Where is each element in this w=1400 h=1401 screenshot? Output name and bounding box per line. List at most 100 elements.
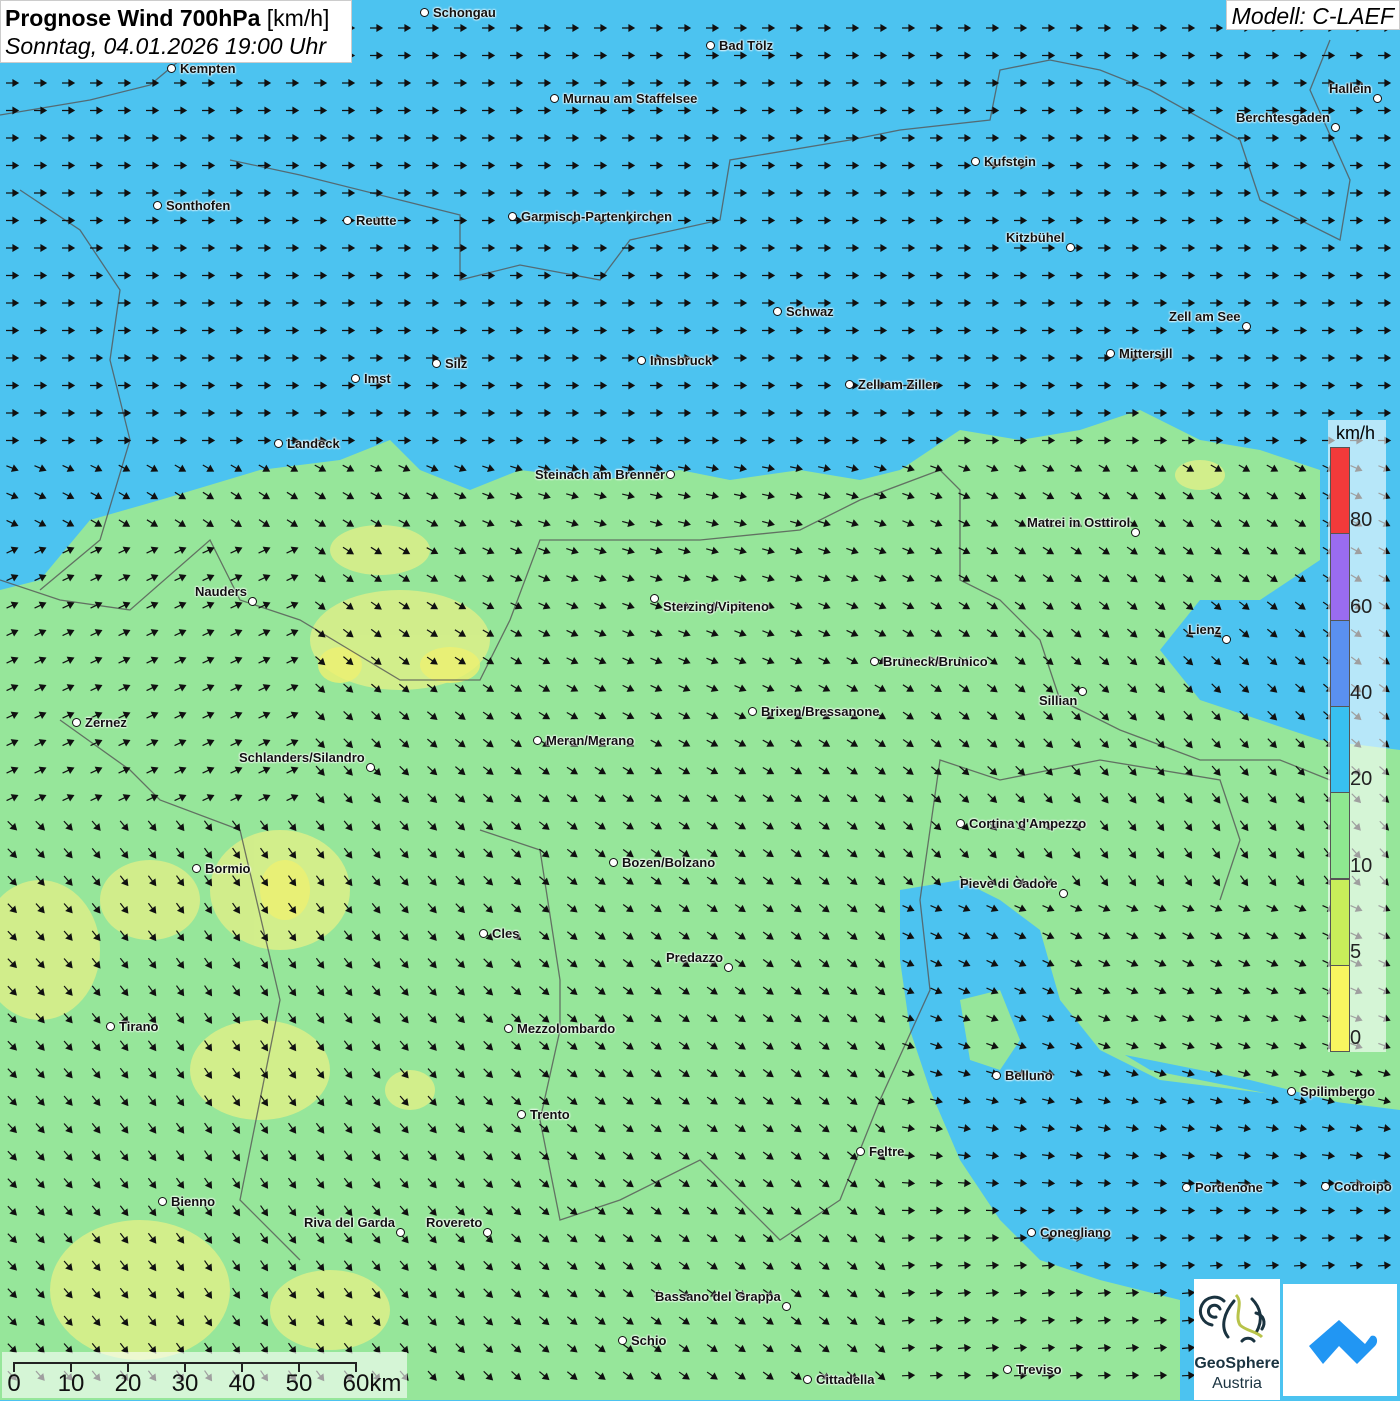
- city-marker: [1027, 1228, 1036, 1237]
- mountain-cloud-icon: [1309, 1320, 1378, 1364]
- city-label: Pordenone: [1195, 1180, 1263, 1195]
- city-label: Trento: [530, 1107, 570, 1122]
- city-marker: [517, 1110, 526, 1119]
- legend-unit: km/h: [1336, 423, 1376, 443]
- city-label: Mittersill: [1119, 346, 1173, 361]
- city-label: Codroipo: [1334, 1179, 1392, 1194]
- city-marker: [192, 864, 201, 873]
- city-marker: [420, 8, 429, 17]
- city-marker: [650, 594, 659, 603]
- city-label: Innsbruck: [650, 353, 713, 368]
- color-legend: km/h 80 60 40 20 10 5 0: [1328, 420, 1386, 1053]
- forecast-time: Sonntag, 04.01.2026 19:00 Uhr: [5, 33, 326, 59]
- city-marker: [1331, 123, 1340, 132]
- city-marker: [1078, 687, 1087, 696]
- map-title: Prognose Wind 700hPa [km/h]: [5, 4, 347, 32]
- city-label: Berchtesgaden: [1236, 110, 1330, 125]
- city-label: Tirano: [119, 1019, 159, 1034]
- legend-color-segment: [1330, 964, 1350, 1053]
- legend-tick-label: 5: [1350, 940, 1362, 963]
- legend-color-segment: [1330, 792, 1350, 880]
- city-marker: [803, 1375, 812, 1384]
- city-label: Murnau am Staffelsee: [563, 91, 698, 106]
- city-label: Matrei in Osttirol: [1027, 515, 1131, 530]
- city-label: Bormio: [205, 861, 251, 876]
- city-marker: [782, 1302, 791, 1311]
- city-label: Bassano del Grappa: [655, 1289, 781, 1304]
- city-label: Rovereto: [426, 1215, 483, 1230]
- city-label: Landeck: [287, 436, 340, 451]
- city-label: Lienz: [1188, 622, 1222, 637]
- scale-label: 20: [114, 1370, 142, 1397]
- city-marker: [153, 201, 162, 210]
- city-label: Belluno: [1005, 1068, 1053, 1083]
- title-unit: [km/h]: [266, 5, 330, 31]
- city-label: Meran/Merano: [546, 733, 635, 748]
- legend-color-segment: [1330, 705, 1350, 794]
- city-label: Riva del Garda: [304, 1215, 396, 1230]
- city-marker: [637, 356, 646, 365]
- title-text: Prognose Wind 700hPa: [5, 5, 261, 31]
- geosphere-emblem-icon: [1198, 1293, 1266, 1343]
- city-label: Zell am Ziller: [858, 377, 938, 392]
- city-label: Sterzing/Vipiteno: [663, 599, 769, 614]
- secondary-logo[interactable]: [1283, 1284, 1397, 1396]
- city-label: Spilimbergo: [1300, 1084, 1376, 1099]
- title-panel: Prognose Wind 700hPa [km/h] Sonntag, 04.…: [0, 0, 352, 63]
- city-label: Conegliano: [1040, 1225, 1111, 1240]
- city-marker: [396, 1228, 405, 1237]
- city-marker: [248, 597, 257, 606]
- city-marker: [971, 157, 980, 166]
- city-marker: [1222, 635, 1231, 644]
- city-marker: [106, 1022, 115, 1031]
- city-label: Reutte: [356, 213, 397, 228]
- city-marker: [845, 380, 854, 389]
- city-label: Schio: [631, 1333, 667, 1348]
- city-marker: [158, 1197, 167, 1206]
- city-marker: [870, 657, 879, 666]
- city-marker: [856, 1147, 865, 1156]
- scale-label: 0: [7, 1370, 21, 1397]
- city-marker: [1066, 243, 1075, 252]
- scale-bar: 0 10 20 30 40 50 60km: [2, 1352, 407, 1398]
- city-label: Zernez: [85, 715, 127, 730]
- city-marker: [1131, 528, 1140, 537]
- city-label: Bienno: [171, 1194, 216, 1209]
- city-marker: [550, 94, 559, 103]
- legend-tick-label: 0: [1350, 1027, 1362, 1050]
- city-marker: [992, 1071, 1001, 1080]
- city-label: Predazzo: [666, 950, 724, 965]
- city-label: Imst: [364, 371, 391, 386]
- city-label: Zell am See: [1169, 309, 1241, 324]
- city-marker: [72, 718, 81, 727]
- geosphere-logo[interactable]: GeoSphere Austria: [1194, 1279, 1280, 1400]
- city-marker: [432, 359, 441, 368]
- city-marker: [343, 216, 352, 225]
- city-label: Cortina d'Ampezzo: [969, 816, 1087, 831]
- geosphere-line1: GeoSphere: [1194, 1355, 1280, 1372]
- legend-color-segment: [1330, 619, 1350, 707]
- city-label: Hallein: [1329, 81, 1372, 96]
- legend-color-segment: [1330, 878, 1350, 966]
- city-label: Sillian: [1039, 693, 1078, 708]
- legend-tick-label: 80: [1350, 509, 1373, 532]
- city-label: Kempten: [180, 61, 236, 76]
- city-label: Mezzolombardo: [517, 1021, 616, 1036]
- scale-label: 40: [228, 1370, 256, 1397]
- city-label: Garmisch-Partenkirchen: [521, 209, 673, 224]
- scale-label: 60km: [342, 1370, 402, 1397]
- city-marker: [956, 819, 965, 828]
- city-marker: [1287, 1087, 1296, 1096]
- legend-color-segment: [1330, 447, 1350, 535]
- city-marker: [1059, 889, 1068, 898]
- city-marker: [609, 858, 618, 867]
- city-marker: [724, 963, 733, 972]
- city-marker: [748, 707, 757, 716]
- city-label: Silz: [445, 356, 468, 371]
- legend-tick-label: 20: [1350, 768, 1373, 791]
- city-marker: [504, 1024, 513, 1033]
- legend-tick-label: 60: [1350, 595, 1373, 618]
- city-label: Cles: [492, 926, 520, 941]
- city-marker: [1321, 1182, 1330, 1191]
- city-label: Bad Tölz: [719, 38, 774, 53]
